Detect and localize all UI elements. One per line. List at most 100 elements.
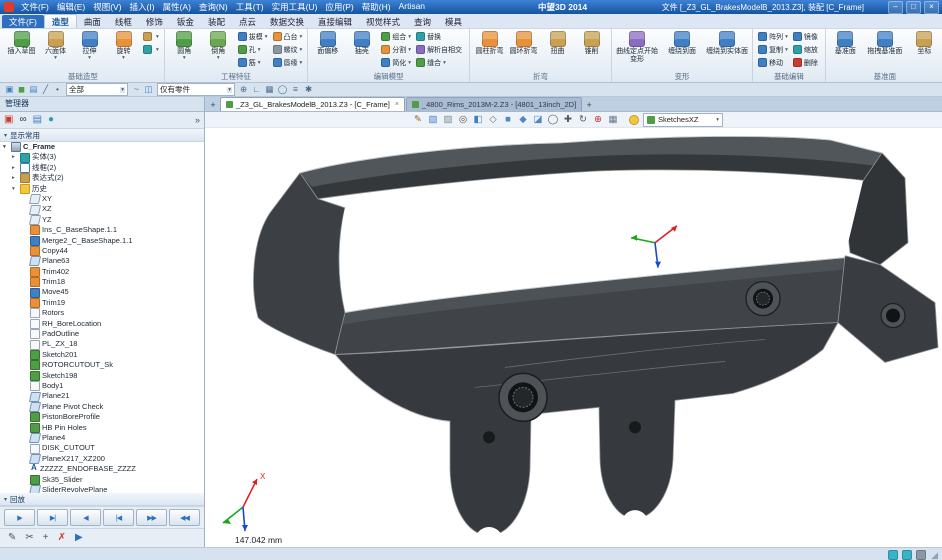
snap-tool-icon[interactable]: ◯ <box>277 84 288 95</box>
ribbon-small-button[interactable]: 拔模▾ <box>236 30 270 43</box>
section-header-common[interactable]: ▾ 显示常用 <box>0 129 204 142</box>
replay-button[interactable]: ◀◀ <box>169 509 200 526</box>
ribbon-small-button[interactable]: ▾ <box>141 30 161 43</box>
tree-item[interactable]: RH_BoreLocation <box>0 319 204 329</box>
model-canvas[interactable]: X 147.042 mm <box>205 128 942 547</box>
replay-button[interactable]: ▶| <box>37 509 68 526</box>
menu-item[interactable]: 编辑(E) <box>57 1 85 13</box>
ribbon-button[interactable]: 缠绕到面 <box>660 30 704 64</box>
replay-button[interactable]: ▶ <box>4 509 35 526</box>
filter-icon[interactable]: ◫ <box>143 84 154 95</box>
replay-button[interactable]: |◀ <box>103 509 134 526</box>
tree-item[interactable]: Rotors <box>0 308 204 318</box>
ribbon-tab[interactable]: 造型 <box>44 14 77 28</box>
ribbon-tab[interactable]: 曲面 <box>77 15 108 28</box>
view-tool-icon[interactable]: ◆ <box>517 113 529 126</box>
ribbon-button[interactable]: 倒角▾ <box>202 30 235 62</box>
part-filter-combo[interactable]: 仅有零件 ▾ <box>157 83 235 96</box>
menu-item[interactable]: 实用工具(U) <box>272 1 318 13</box>
tree-expander-icon[interactable]: ▾ <box>3 142 9 152</box>
ribbon-small-button[interactable]: 孔▾ <box>236 43 270 56</box>
ribbon-button[interactable]: 插入草图 <box>5 30 38 62</box>
entity-filter-combo[interactable]: 全部 ▾ <box>66 83 128 96</box>
ribbon-button[interactable]: 旋转▾ <box>107 30 140 62</box>
menu-item[interactable]: 插入(I) <box>130 1 155 13</box>
status-toggle-icon[interactable] <box>888 550 898 560</box>
ribbon-button[interactable]: 曲线定点开始变形 <box>615 30 659 64</box>
window-button[interactable]: □ <box>906 1 921 14</box>
ribbon-small-button[interactable]: 螺纹▾ <box>271 43 305 56</box>
tree-item[interactable]: SliderRevolvePlane <box>0 485 204 493</box>
tree-item[interactable]: Trim402 <box>0 267 204 277</box>
ribbon-tab[interactable]: 模具 <box>438 15 469 28</box>
status-toggle-icon[interactable] <box>902 550 912 560</box>
ribbon-button[interactable]: 面偏移 <box>311 30 344 57</box>
ribbon-tab[interactable]: 直接编辑 <box>311 15 359 28</box>
view-tool-icon[interactable]: ⊕ <box>592 113 604 126</box>
ribbon-small-button[interactable]: 解析自相交 <box>414 43 466 56</box>
tree-item[interactable]: Merge2_C_BaseShape.1.1 <box>0 236 204 246</box>
ribbon-small-button[interactable]: 替换 <box>414 30 466 43</box>
ribbon-tab[interactable]: 文件(F) <box>2 15 44 28</box>
menu-item[interactable]: Artisan <box>399 1 425 13</box>
menu-item[interactable]: 文件(F) <box>21 1 49 13</box>
tree-item[interactable]: ZZZZZ_ENDOFBASE_ZZZZ <box>0 464 204 474</box>
tree-item[interactable]: Copy44 <box>0 246 204 256</box>
tree-item[interactable]: ▸ 实体(3) <box>0 152 204 162</box>
ribbon-tab[interactable]: 数据交换 <box>263 15 311 28</box>
manager-tab-icon[interactable]: ● <box>48 113 54 127</box>
document-tab-active[interactable]: _Z3_GL_BrakesModelB_2013.Z3 - [C_Frame] … <box>220 97 405 111</box>
tree-expander-icon[interactable]: ▸ <box>12 173 18 183</box>
tree-item[interactable]: Plane63 <box>0 256 204 266</box>
status-toggle-icon[interactable] <box>916 550 926 560</box>
snap-tool-icon[interactable]: ⊕ <box>238 84 249 95</box>
tree-item[interactable]: Sketch201 <box>0 350 204 360</box>
menu-item[interactable]: 应用(P) <box>325 1 353 13</box>
replay-button[interactable]: ◀ <box>70 509 101 526</box>
ribbon-button[interactable]: 圆环折弯 <box>507 30 540 57</box>
ribbon-button[interactable]: 抽壳 <box>345 30 378 57</box>
view-tool-icon[interactable]: ↻ <box>577 113 589 126</box>
view-tool-icon[interactable]: ◇ <box>487 113 499 126</box>
sketch-visibility-combo[interactable]: SketchesXZ ▾ <box>643 113 723 127</box>
panel-overflow-icon[interactable]: » <box>195 115 200 125</box>
tree-item[interactable]: ▾ 历史 <box>0 184 204 194</box>
menu-item[interactable]: 视图(V) <box>93 1 121 13</box>
ribbon-small-button[interactable]: ▾ <box>141 43 161 56</box>
section-header-replay[interactable]: ▾ 回放 <box>0 493 204 506</box>
tree-item[interactable]: ▾ C_Frame <box>0 142 204 152</box>
ribbon-tab[interactable]: 点云 <box>232 15 263 28</box>
view-tool-icon[interactable]: ◪ <box>532 113 544 126</box>
ribbon-button[interactable]: 圆柱折弯 <box>473 30 506 57</box>
ribbon-small-button[interactable]: 凸台▾ <box>271 30 305 43</box>
view-tool-icon[interactable]: ▨ <box>442 113 454 126</box>
tree-item[interactable]: Plane21 <box>0 391 204 401</box>
tree-item[interactable]: XY <box>0 194 204 204</box>
ribbon-small-button[interactable]: 简化▾ <box>379 56 413 69</box>
menu-item[interactable]: 帮助(H) <box>362 1 391 13</box>
replay-tool-icon[interactable]: + <box>43 530 49 546</box>
ribbon-small-button[interactable]: 移动 <box>756 56 790 69</box>
tree-item[interactable]: Ins_C_BaseShape.1.1 <box>0 225 204 235</box>
view-tool-icon[interactable]: ■ <box>502 113 514 126</box>
tree-item[interactable]: PadOutline <box>0 329 204 339</box>
view-tool-icon[interactable]: ▦ <box>607 113 619 126</box>
ribbon-button[interactable]: 基准面 <box>829 30 862 57</box>
replay-tool-icon[interactable]: ✎ <box>8 530 16 546</box>
replay-button[interactable]: ▶▶ <box>136 509 167 526</box>
ribbon-tab[interactable]: 装配 <box>201 15 232 28</box>
replay-tool-icon[interactable]: ▶ <box>75 530 83 546</box>
manager-tab-icon[interactable]: ▤ <box>33 113 42 127</box>
snap-tool-icon[interactable]: ✱ <box>303 84 314 95</box>
ribbon-small-button[interactable]: 删除 <box>791 56 822 69</box>
snap-tool-icon[interactable]: ▦ <box>264 84 275 95</box>
ribbon-button[interactable]: 扭曲 <box>541 30 574 57</box>
ribbon-small-button[interactable]: 缝合▾ <box>414 56 466 69</box>
view-tool-icon[interactable]: ◧ <box>472 113 484 126</box>
ribbon-button[interactable]: 锥削 <box>575 30 608 57</box>
filter-icon[interactable]: ╱ <box>40 84 51 95</box>
ribbon-button[interactable]: 坐标 <box>908 30 941 57</box>
ribbon-small-button[interactable]: 筋▾ <box>236 56 270 69</box>
view-tool-icon[interactable]: ◯ <box>547 113 559 126</box>
tree-item[interactable]: YZ <box>0 215 204 225</box>
